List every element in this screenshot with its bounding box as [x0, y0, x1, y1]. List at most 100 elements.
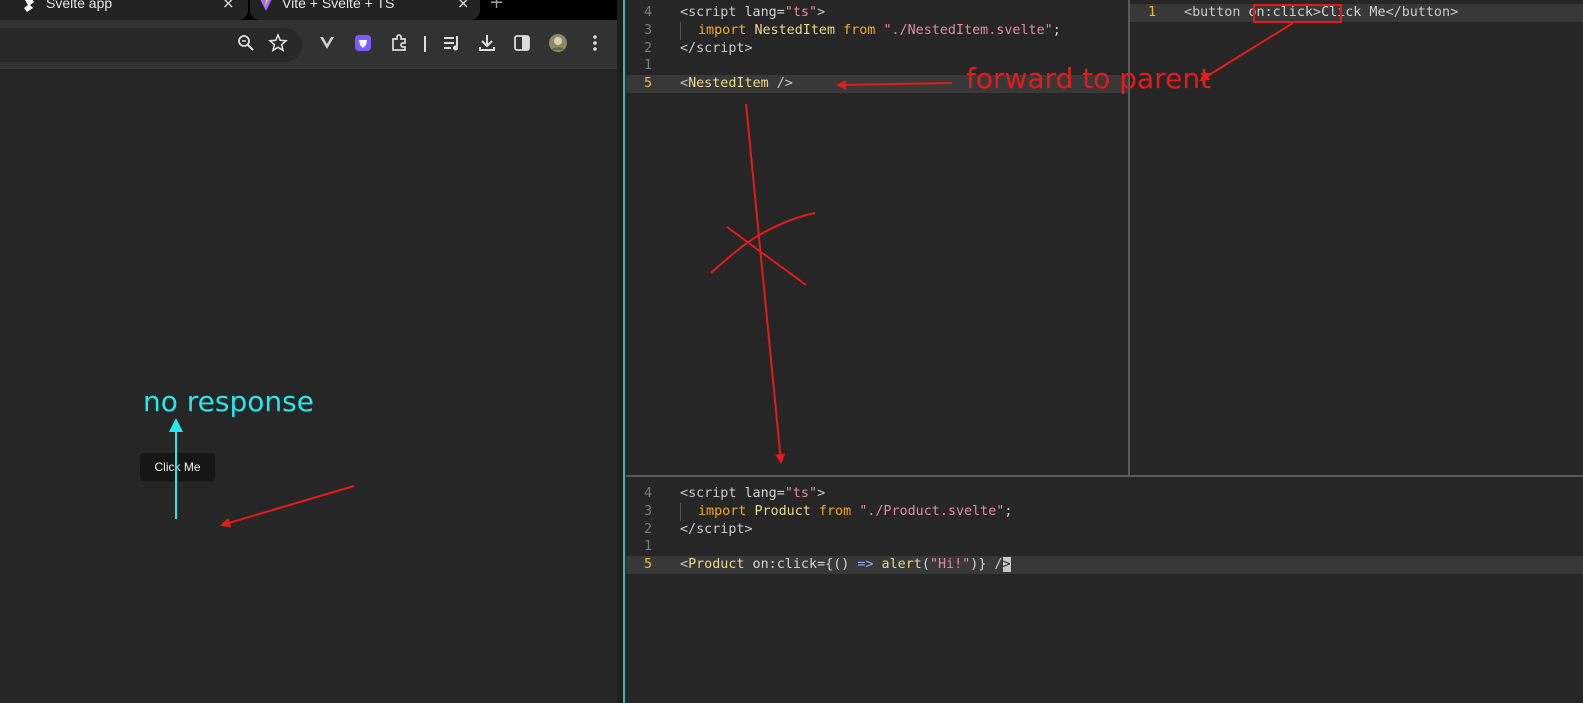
- code-token: </: [680, 40, 697, 56]
- code-token: (: [921, 557, 930, 573]
- click-me-button[interactable]: Click Me: [140, 453, 215, 481]
- bookmark-star-icon[interactable]: [267, 32, 289, 54]
- code-token: <: [680, 76, 689, 92]
- code-token: Product: [688, 557, 745, 573]
- code-token: "./NestedItem.svelte": [883, 22, 1053, 38]
- tab-close-icon[interactable]: ×: [222, 0, 235, 12]
- code-token: <: [680, 5, 689, 20]
- media-queue-icon[interactable]: [441, 32, 463, 54]
- pane-splitter-horizontal[interactable]: [626, 475, 1583, 477]
- downloads-icon[interactable]: [476, 32, 498, 54]
- code-token: script: [696, 521, 745, 537]
- code-line[interactable]: 5 <Product on:click={() => alert("Hi!")} …: [626, 556, 1583, 574]
- code-token: from: [810, 503, 860, 519]
- code-token: /: [986, 557, 1003, 573]
- code-token: >: [817, 486, 826, 501]
- window-divider: [617, 0, 626, 703]
- code-token: =: [776, 486, 785, 501]
- indent-guide: [680, 21, 698, 40]
- code-line[interactable]: 1 <button on:click>Click Me</button>: [1130, 4, 1583, 22]
- tab-vite-svelte-ts[interactable]: Vite + Svelte + TS ×: [250, 0, 480, 20]
- code-token: NestedItem: [754, 22, 836, 38]
- tab-svelte-app[interactable]: Svelte app ×: [0, 0, 248, 20]
- code-token: alert: [873, 557, 922, 573]
- code-token: {: [825, 557, 834, 573]
- indent-guide: [680, 502, 698, 521]
- code-line[interactable]: 2 </script>: [626, 40, 1128, 58]
- code-line[interactable]: 3 import NestedItem from "./NestedItem.sv…: [626, 21, 1128, 40]
- code-token: script: [696, 40, 745, 56]
- line-number: 4: [643, 486, 652, 501]
- code-token: >: [817, 5, 826, 20]
- tab-strip: Svelte app × Vite + Svelte + TS × +: [0, 0, 617, 20]
- line-number: 5: [643, 557, 652, 573]
- zoom-icon[interactable]: [235, 32, 257, 54]
- svelte-favicon-icon: [22, 0, 36, 12]
- code-token: (): [833, 557, 858, 573]
- vite-favicon-icon: [259, 0, 273, 11]
- extensions-puzzle-icon[interactable]: [388, 32, 410, 54]
- code-token: button: [1192, 5, 1241, 20]
- line-text: import Product from "./Product.svelte";: [680, 502, 1012, 521]
- code-token: >: [744, 521, 753, 537]
- menu-kebab-icon[interactable]: [584, 32, 606, 54]
- extension-shield-icon[interactable]: [352, 32, 374, 54]
- code-line[interactable]: 3 import Product from "./Product.svelte";: [626, 502, 1583, 521]
- code-token: =: [776, 5, 785, 20]
- code-token: from: [835, 22, 884, 38]
- code-token: >: [744, 40, 753, 56]
- code-token: <: [680, 486, 689, 501]
- code-token: >: [1002, 557, 1011, 573]
- line-text: </script>: [680, 40, 753, 58]
- code-token: import: [698, 22, 755, 38]
- line-number: 1: [643, 539, 652, 555]
- code-token: lang: [736, 486, 777, 501]
- tab-close-icon[interactable]: ×: [457, 0, 470, 12]
- code-token: button: [1401, 5, 1451, 20]
- code-token: import: [698, 503, 755, 519]
- code-token: "ts": [784, 5, 818, 20]
- browser-window: Svelte app × Vite + Svelte + TS × + Clic…: [0, 0, 617, 703]
- code-token: >: [1450, 5, 1459, 20]
- code-token: <: [1184, 5, 1193, 20]
- line-number: 1: [1147, 5, 1156, 20]
- code-line[interactable]: 2 </script>: [626, 521, 1583, 539]
- code-block: 4 <script lang="ts"> 3 import Product from …: [626, 485, 1583, 574]
- code-token: "./Product.svelte": [859, 503, 1005, 519]
- code-token: script: [688, 5, 737, 20]
- line-number: 2: [643, 40, 652, 56]
- forward-to-parent-note: forward to parent: [966, 62, 1212, 95]
- extension-v-icon[interactable]: [316, 32, 338, 54]
- line-number: 3: [643, 22, 652, 38]
- line-text: import NestedItem from "./NestedItem.sve…: [680, 21, 1061, 40]
- new-tab-button[interactable]: +: [489, 0, 504, 13]
- code-line[interactable]: 4 <script lang="ts">: [626, 4, 1128, 22]
- code-token: </: [1385, 5, 1402, 20]
- code-token: ;: [1052, 22, 1061, 38]
- code-line[interactable]: 1: [626, 538, 1583, 556]
- line-number: 3: [643, 503, 652, 519]
- on-click-highlight-box: [1253, 4, 1342, 23]
- code-token: lang: [736, 5, 777, 20]
- side-panel-icon[interactable]: [511, 32, 533, 54]
- line-text: <Product on:click={() => alert("Hi!")} /…: [680, 556, 1011, 574]
- code-line[interactable]: 4 <script lang="ts">: [626, 485, 1583, 503]
- code-token: </: [680, 521, 697, 537]
- code-token: Product: [754, 503, 811, 519]
- browser-toolbar: [0, 20, 617, 69]
- line-text: </script>: [680, 521, 753, 539]
- line-text: <NestedItem />: [680, 75, 793, 93]
- no-response-note: no response: [143, 385, 314, 418]
- code-token: "ts": [784, 486, 818, 501]
- line-text: <script lang="ts">: [680, 485, 825, 503]
- code-token: =: [817, 557, 826, 573]
- line-number: 1: [643, 58, 652, 74]
- code-token: =>: [857, 557, 874, 573]
- divider-glow: [623, 0, 625, 703]
- line-number: 4: [643, 5, 652, 20]
- code-token: script: [688, 486, 737, 501]
- editor-pane-app[interactable]: 4 <script lang="ts"> 3 import Product from …: [626, 477, 1583, 703]
- profile-avatar[interactable]: [547, 32, 569, 54]
- code-token: "Hi!": [929, 557, 971, 573]
